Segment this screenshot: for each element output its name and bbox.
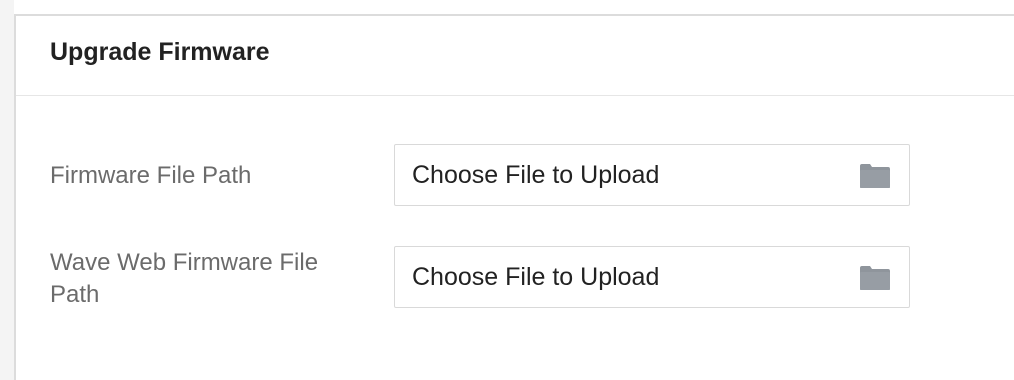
panel-title: Upgrade Firmware: [50, 38, 270, 66]
firmware-file-path-label: Firmware File Path: [50, 162, 252, 189]
folder-icon[interactable]: [859, 265, 891, 291]
page-background-strip: [0, 0, 14, 380]
wave-web-firmware-file-chooser-text: Choose File to Upload: [412, 263, 660, 291]
firmware-file-chooser-text: Choose File to Upload: [412, 161, 660, 189]
wave-web-firmware-file-chooser[interactable]: Choose File to Upload: [394, 246, 910, 308]
upgrade-firmware-panel: Upgrade Firmware Firmware File Path Choo…: [14, 14, 1014, 380]
panel-header: Upgrade Firmware: [16, 16, 1014, 96]
firmware-file-chooser[interactable]: Choose File to Upload: [394, 144, 910, 206]
firmware-file-path-row: Firmware File Path Choose File to Upload: [16, 144, 1014, 208]
wave-web-firmware-file-path-label: Wave Web Firmware File Path: [50, 249, 319, 308]
folder-icon[interactable]: [859, 163, 891, 189]
wave-web-firmware-file-path-row: Wave Web Firmware File Path Choose File …: [16, 246, 1014, 310]
